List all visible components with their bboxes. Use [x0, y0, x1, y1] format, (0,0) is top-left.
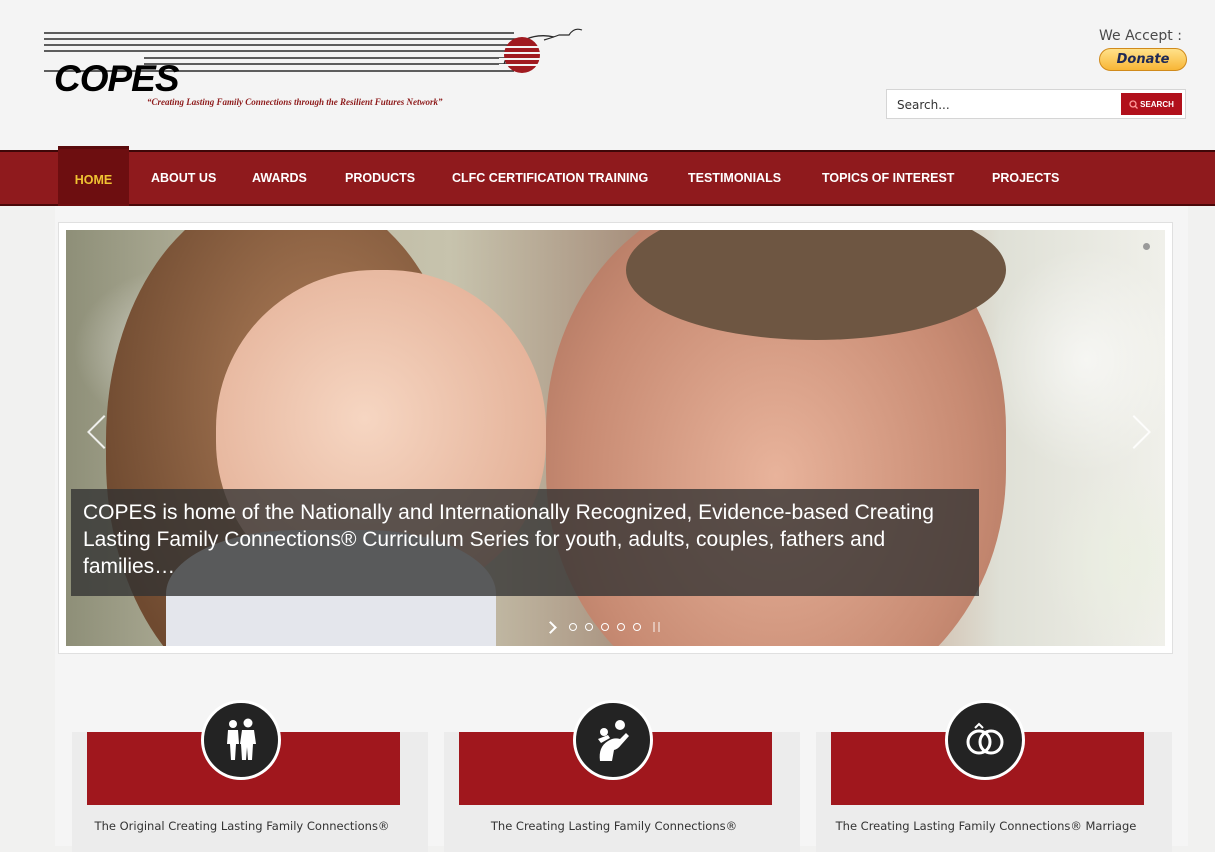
nav-item-testimonials[interactable]: TESTIMONIALS — [688, 152, 781, 204]
we-accept-label: We Accept : — [1099, 28, 1182, 44]
family-icon — [201, 700, 281, 780]
feature-card[interactable]: The Original Creating Lasting Family Con… — [72, 700, 428, 852]
nav-item-home[interactable]: HOME — [58, 146, 129, 207]
logo-tagline: “Creating Lasting Family Connections thr… — [147, 97, 443, 107]
slider-dot-2[interactable] — [585, 623, 593, 631]
slider-dot-5[interactable] — [633, 623, 641, 631]
main-nav: HOME ABOUT US AWARDS PRODUCTS CLFC CERTI… — [0, 146, 1215, 207]
search-form: SEARCH — [886, 89, 1186, 120]
nav-item-projects[interactable]: PROJECTS — [992, 152, 1059, 204]
search-button-label: SEARCH — [1140, 99, 1174, 109]
logo-wordmark: COPES — [54, 58, 180, 99]
nav-item-awards[interactable]: AWARDS — [252, 152, 307, 204]
copes-logo[interactable]: COPES “Creating Lasting Family Connectio… — [44, 25, 584, 115]
rings-icon — [945, 700, 1025, 780]
pause-icon[interactable] — [653, 622, 660, 632]
site-header: COPES “Creating Lasting Family Connectio… — [0, 0, 1215, 150]
feature-card[interactable]: The Creating Lasting Family Connections®… — [816, 700, 1172, 852]
slider-corner-indicator — [1143, 243, 1150, 250]
play-icon[interactable] — [544, 620, 557, 634]
donate-button[interactable]: Donate — [1099, 48, 1187, 71]
nav-item-products[interactable]: PRODUCTS — [345, 152, 415, 204]
slider-dot-4[interactable] — [617, 623, 625, 631]
slider-pagination — [544, 619, 660, 635]
nav-item-topics-of-interest[interactable]: TOPICS OF INTEREST — [822, 152, 954, 204]
search-icon — [1129, 99, 1139, 109]
nav-item-clfc-certification-training[interactable]: CLFC CERTIFICATION TRAINING — [452, 152, 648, 204]
father-child-icon — [573, 700, 653, 780]
slider-dot-1[interactable] — [569, 623, 577, 631]
nav-item-about-us[interactable]: ABOUT US — [151, 152, 216, 204]
feature-card[interactable]: The Creating Lasting Family Connections® — [444, 700, 800, 852]
search-input[interactable] — [895, 90, 1119, 120]
search-button[interactable]: SEARCH — [1121, 93, 1182, 115]
slider-dot-3[interactable] — [601, 623, 609, 631]
slider-caption: COPES is home of the Nationally and Inte… — [71, 489, 979, 596]
